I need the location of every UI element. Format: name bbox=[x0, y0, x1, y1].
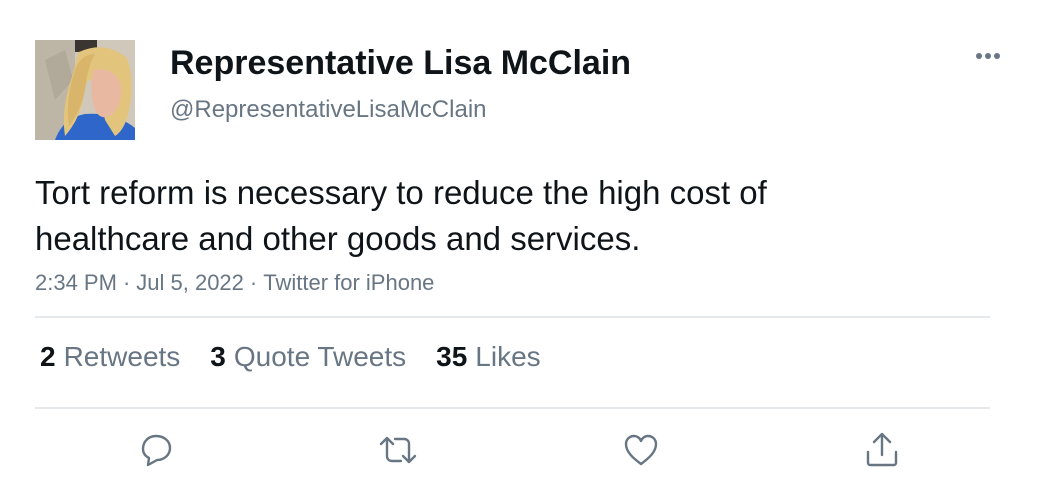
share-button[interactable] bbox=[860, 428, 904, 472]
quote-tweets-count: 3 bbox=[210, 341, 226, 372]
quote-tweets-label: Quote Tweets bbox=[233, 341, 407, 372]
tweet-text-line: healthcare and other goods and services. bbox=[35, 220, 641, 257]
likes-stat[interactable]: 35 Likes bbox=[436, 341, 541, 373]
avatar[interactable] bbox=[35, 40, 135, 140]
tweet-text-line: Tort reform is necessary to reduce the h… bbox=[35, 174, 767, 211]
tweet-card: Representative Lisa McClain @Representat… bbox=[0, 0, 1050, 480]
tweet-text: Tort reform is necessary to reduce the h… bbox=[35, 170, 995, 262]
tweet-meta: 2:34 PM · Jul 5, 2022 · Twitter for iPhone bbox=[35, 270, 434, 296]
retweet-button[interactable] bbox=[376, 428, 420, 472]
heart-icon bbox=[624, 434, 658, 466]
meta-separator: · bbox=[249, 270, 258, 295]
tweet-time[interactable]: 2:34 PM bbox=[35, 270, 117, 295]
meta-separator: · bbox=[122, 270, 131, 295]
likes-label: Likes bbox=[475, 341, 541, 372]
quote-tweets-stat[interactable]: 3 Quote Tweets bbox=[210, 341, 406, 373]
profile-photo-icon bbox=[35, 40, 135, 140]
retweets-count: 2 bbox=[40, 341, 56, 372]
tweet-source[interactable]: Twitter for iPhone bbox=[263, 270, 434, 295]
like-button[interactable] bbox=[619, 428, 663, 472]
author-handle[interactable]: @RepresentativeLisaMcClain bbox=[170, 96, 487, 124]
more-dots-icon bbox=[976, 53, 1000, 59]
likes-count: 35 bbox=[436, 341, 468, 372]
share-icon bbox=[866, 432, 898, 467]
reply-button[interactable] bbox=[134, 428, 178, 472]
engagement-stats: 2 Retweets 3 Quote Tweets 35 Likes bbox=[40, 341, 541, 373]
retweets-label: Retweets bbox=[63, 341, 181, 372]
retweet-icon bbox=[379, 436, 417, 464]
reply-icon bbox=[141, 434, 172, 467]
author-display-name[interactable]: Representative Lisa McClain bbox=[170, 44, 631, 83]
divider bbox=[35, 407, 990, 409]
more-options-button[interactable] bbox=[968, 40, 1008, 72]
retweets-stat[interactable]: 2 Retweets bbox=[40, 341, 180, 373]
divider bbox=[35, 316, 990, 318]
tweet-date[interactable]: Jul 5, 2022 bbox=[136, 270, 244, 295]
